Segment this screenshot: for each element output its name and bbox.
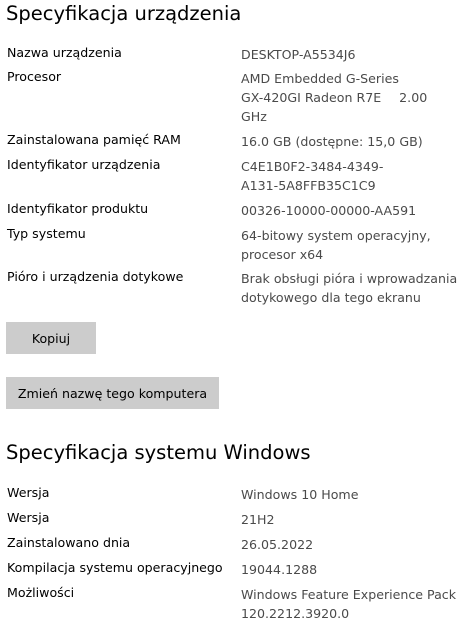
spec-value-line-with-freq: GX-420GI Radeon R7E 2.00 (241, 88, 457, 107)
device-spec-title: Specyfikacja urządzenia (6, 2, 242, 25)
copy-button[interactable]: Kopiuj (6, 322, 96, 354)
spec-label: Identyfikator produktu (7, 201, 149, 216)
spec-label: Nazwa urządzenia (7, 45, 122, 60)
spec-label: Zainstalowana pamięć RAM (7, 132, 181, 147)
spec-value-line: AMD Embedded G-Series (241, 71, 399, 86)
spec-label: Wersja (7, 510, 50, 525)
spec-value-line: A131-5A8FFB35C1C9 (241, 178, 376, 193)
spec-value-line: Windows Feature Experience Pack (241, 587, 457, 602)
spec-label: Możliwości (7, 585, 75, 600)
spec-value: C4E1B0F2-3484-4349- A131-5A8FFB35C1C9 (241, 157, 457, 195)
spec-value-line: GHz (241, 109, 267, 124)
spec-value: 00326-10000-00000-AA591 (241, 201, 457, 220)
spec-value-line: C4E1B0F2-3484-4349- (241, 159, 384, 174)
spec-value: 26.05.2022 (241, 535, 457, 554)
spec-value-line: 26.05.2022 (241, 537, 314, 552)
rename-pc-button[interactable]: Zmień nazwę tego komputera (6, 377, 219, 409)
spec-value-line: Brak obsługi pióra i wprowadzania (241, 271, 458, 286)
spec-value-line: 16.0 GB (dostępne: 15,0 GB) (241, 134, 423, 149)
spec-value-line: dotykowego dla tego ekranu (241, 290, 421, 305)
spec-value: DESKTOP-A5534J6 (241, 45, 457, 64)
windows-spec-title: Specyfikacja systemu Windows (6, 441, 311, 464)
spec-label: Procesor (7, 69, 62, 84)
spec-label: Typ systemu (7, 226, 86, 241)
spec-label: Identyfikator urządzenia (7, 157, 161, 172)
spec-value: Brak obsługi pióra i wprowadzania dotyko… (241, 269, 457, 307)
spec-value: Windows Feature Experience Pack 120.2212… (241, 585, 457, 620)
processor-frequency: 2.00 (399, 90, 428, 105)
spec-value-line: DESKTOP-A5534J6 (241, 47, 356, 62)
spec-value-line: 120.2212.3920.0 (241, 606, 350, 620)
spec-value: 19044.1288 (241, 560, 457, 579)
spec-value-line: GX-420GI Radeon R7E (241, 90, 382, 105)
spec-label: Wersja (7, 485, 50, 500)
spec-value-line: 19044.1288 (241, 562, 318, 577)
spec-value-line: procesor x64 (241, 247, 324, 262)
spec-label: Pióro i urządzenia dotykowe (7, 269, 184, 284)
spec-value-line: 64-bitowy system operacyjny, (241, 228, 431, 243)
spec-value-line: 21H2 (241, 512, 275, 527)
spec-label: Zainstalowano dnia (7, 535, 131, 550)
spec-value: Windows 10 Home (241, 485, 457, 504)
spec-value-line: Windows 10 Home (241, 487, 359, 502)
spec-value: AMD Embedded G-Series GX-420GI Radeon R7… (241, 69, 457, 126)
system-about-page: Specyfikacja urządzenia Nazwa urządzenia… (0, 0, 461, 620)
spec-value: 21H2 (241, 510, 457, 529)
spec-value: 64-bitowy system operacyjny, procesor x6… (241, 226, 457, 264)
spec-label: Kompilacja systemu operacyjnego (7, 560, 223, 575)
spec-value-line: 00326-10000-00000-AA591 (241, 203, 417, 218)
spec-value: 16.0 GB (dostępne: 15,0 GB) (241, 132, 457, 151)
